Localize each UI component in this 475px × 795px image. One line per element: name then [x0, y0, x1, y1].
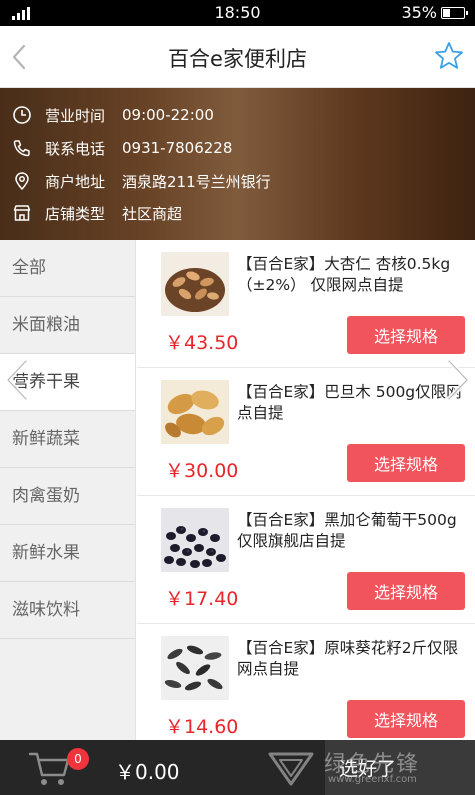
category-item-vegetables[interactable]: 新鲜蔬菜	[0, 411, 135, 468]
category-sidebar: 全部 米面粮油 营养干果 新鲜蔬菜 肉禽蛋奶 新鲜水果 滋味饮料	[0, 240, 136, 740]
battery-icon	[441, 7, 468, 19]
store-address-row: 商户地址 酒泉路211号兰州银行	[12, 169, 271, 193]
cart-count-badge: 0	[67, 748, 89, 770]
product-list: 【百合E家】大杏仁 杏核0.5kg（±2%） 仅限网点自提 ￥43.50 选择规…	[137, 240, 475, 740]
page-title: 百合e家便利店	[168, 47, 307, 71]
category-item-drinks[interactable]: 滋味饮料	[0, 582, 135, 639]
location-pin-icon	[15, 172, 29, 191]
product-item[interactable]: 【百合E家】巴旦木 500g仅限网点自提 ￥30.00 选择规格	[137, 368, 475, 496]
chevron-left-icon[interactable]	[0, 355, 40, 405]
product-price: ￥30.00	[165, 460, 239, 482]
chevron-left-icon[interactable]	[6, 42, 34, 72]
product-name: 【百合E家】黑加仑葡萄干500g 仅限旗舰店自提	[237, 511, 457, 550]
watermark-logo-icon	[268, 752, 314, 786]
chevron-right-icon[interactable]	[435, 355, 475, 405]
store-hours-row: 营业时间 09:00-22:00	[12, 103, 214, 127]
store-type-row: 店铺类型 社区商超	[12, 201, 182, 225]
store-info-banner: 营业时间 09:00-22:00 联系电话 0931-7806228 商户地址 …	[0, 88, 475, 240]
battery-percent: 35%	[401, 3, 437, 22]
product-image	[161, 508, 229, 572]
product-name: 【百合E家】大杏仁 杏核0.5kg（±2%） 仅限网点自提	[237, 255, 451, 294]
product-image	[161, 252, 229, 316]
clock-icon	[13, 106, 31, 124]
category-item-all[interactable]: 全部	[0, 240, 135, 297]
store-phone-value[interactable]: 0931-7806228	[122, 139, 232, 157]
select-spec-button[interactable]: 选择规格	[347, 700, 465, 738]
store-info-label: 联系电话	[45, 139, 106, 158]
cart-bar: 0 ￥0.00 选好了 绿色先锋 www.greenxf.com	[0, 740, 475, 795]
store-info-label: 店铺类型	[45, 204, 106, 223]
product-price: ￥43.50	[165, 332, 239, 354]
product-item[interactable]: 【百合E家】大杏仁 杏核0.5kg（±2%） 仅限网点自提 ￥43.50 选择规…	[137, 240, 475, 368]
product-price: ￥14.60	[165, 716, 239, 738]
select-spec-button[interactable]: 选择规格	[347, 572, 465, 610]
cart-total: ￥0.00	[115, 760, 180, 784]
status-bar: 18:50 35%	[0, 0, 475, 26]
category-item-grain-oil[interactable]: 米面粮油	[0, 297, 135, 354]
product-name: 【百合E家】原味葵花籽2斤仅限网点自提	[237, 639, 459, 678]
product-item[interactable]: 【百合E家】黑加仑葡萄干500g 仅限旗舰店自提 ￥17.40 选择规格	[137, 496, 475, 624]
category-item-meat-eggs-dairy[interactable]: 肉禽蛋奶	[0, 468, 135, 525]
store-icon	[13, 205, 31, 221]
category-item-fruits[interactable]: 新鲜水果	[0, 525, 135, 582]
shopping-cart-icon[interactable]	[28, 748, 72, 788]
store-address-value: 酒泉路211号兰州银行	[122, 172, 271, 191]
store-info-label: 商户地址	[45, 172, 106, 191]
product-image	[161, 636, 229, 700]
product-item[interactable]: 【百合E家】原味葵花籽2斤仅限网点自提 ￥14.60 选择规格	[137, 624, 475, 740]
store-phone-row[interactable]: 联系电话 0931-7806228	[12, 136, 232, 160]
app-header: 百合e家便利店	[0, 26, 475, 88]
select-spec-button[interactable]: 选择规格	[347, 444, 465, 482]
product-image	[161, 380, 229, 444]
product-name: 【百合E家】巴旦木 500g仅限网点自提	[237, 383, 462, 422]
star-outline-icon[interactable]	[433, 40, 465, 72]
phone-icon	[13, 140, 30, 157]
select-spec-button[interactable]: 选择规格	[347, 316, 465, 354]
store-info-label: 营业时间	[45, 106, 106, 125]
product-price: ￥17.40	[165, 588, 239, 610]
store-type-value: 社区商超	[122, 204, 183, 223]
checkout-done-button[interactable]: 选好了	[325, 740, 475, 795]
store-hours-value: 09:00-22:00	[122, 106, 214, 124]
